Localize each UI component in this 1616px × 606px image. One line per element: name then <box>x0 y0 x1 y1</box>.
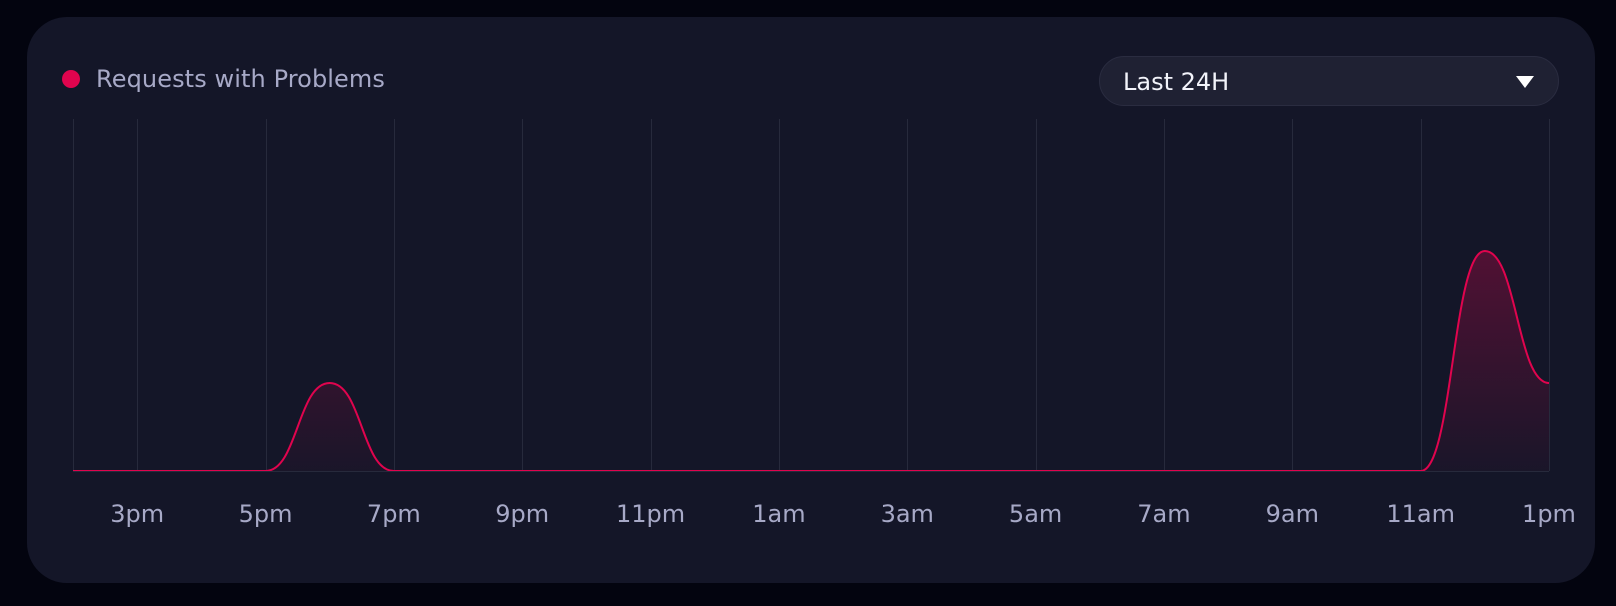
x-tick-label: 7pm <box>367 500 421 528</box>
x-tick-label: 11am <box>1386 500 1455 528</box>
chart-svg: 3pm 5pm 7pm 9pm 11pm 1am 3am 5am 7am 9am 11am 1pm <box>73 119 1576 528</box>
x-tick-label: 3pm <box>110 500 164 528</box>
x-axis-ticks: 3pm 5pm 7pm 9pm 11pm 1am 3am 5am 7am 9am 11am 1pm <box>110 500 1576 528</box>
x-tick-label: 1pm <box>1522 500 1576 528</box>
x-tick-label: 5pm <box>239 500 293 528</box>
x-tick-label: 5am <box>1009 500 1062 528</box>
x-tick-label: 11pm <box>616 500 685 528</box>
series-line-requests-with-problems <box>73 249 1550 472</box>
x-tick-label: 3am <box>881 500 934 528</box>
x-tick-label: 9pm <box>495 500 549 528</box>
grid-lines <box>73 119 1550 471</box>
x-tick-label: 1am <box>752 500 805 528</box>
x-tick-label: 7am <box>1137 500 1190 528</box>
x-tick-label: 9am <box>1266 500 1319 528</box>
